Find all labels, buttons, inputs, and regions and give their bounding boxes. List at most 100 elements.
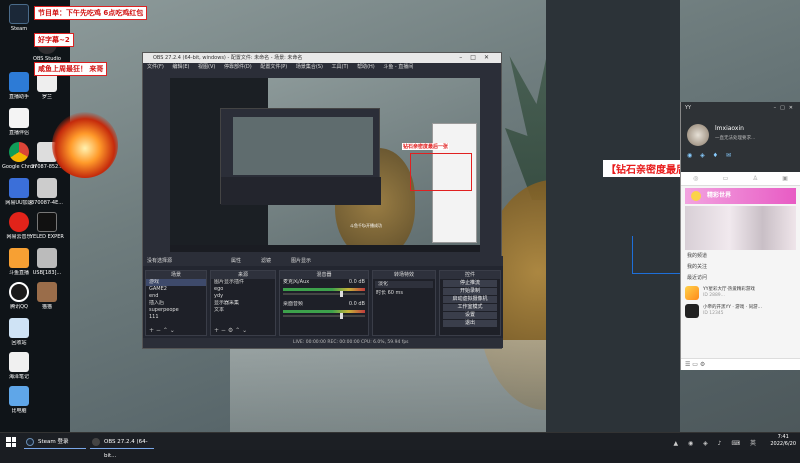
yy-tab[interactable]: ▭ [723,175,729,182]
yy-section-channel[interactable]: 我的频道 [681,250,800,261]
menu-docks[interactable]: 停靠部件(D) [224,64,252,70]
desktop-icon-steam[interactable]: Steam [2,4,36,32]
volume-slider[interactable] [283,313,365,319]
menu-view[interactable]: 视图(V) [198,64,215,70]
source-item[interactable]: 图片显示插件 [211,279,275,286]
yy-banner-photo[interactable] [685,206,796,250]
channel-thumb-icon [685,286,699,300]
properties-button[interactable]: 属性 [231,256,241,266]
yy-section-recent[interactable]: 最近访问 [681,272,800,283]
avatar[interactable] [687,124,709,146]
desktop-dark-panel [546,0,680,432]
scenes-header: 场景 [146,271,206,279]
obs-icon [92,438,100,446]
list-item[interactable]: 小帝的开黑YY · 游戏 · 同游... ID 12345 [685,303,796,319]
obs-preview[interactable]: 钻石亲密度最后一张 斗鱼千fp开播成功 [170,78,480,252]
yy-window[interactable]: YY –□✕ lmxiaoxin 一直无法处理要求... ◉ ◈ ♦ ✉ ◎ ▭… [680,102,800,370]
scene-item[interactable]: 111 [146,314,206,321]
obs-statusbar: LIVE: 00:00:00 REC: 00:00:00 CPU: 6.0%, … [143,338,503,348]
transition-select[interactable]: 淡化 [375,281,433,288]
dock-toolbar: 没有选择源 属性 滤镜 图片显示 [143,256,503,266]
yy-tabbar[interactable]: ◎ ▭ ♙ ▣ [681,172,800,186]
start-button[interactable] [6,437,16,447]
yy-status-icons[interactable]: ◉ ◈ ♦ ✉ [687,152,734,159]
image-src-button[interactable]: 图片显示 [291,256,311,266]
menu-edit[interactable]: 编辑(E) [172,64,189,70]
scene-item[interactable]: GAME2 [146,286,206,293]
menu-scene-collection[interactable]: 场景集合(S) [296,64,323,70]
star-icon [691,191,701,201]
system-tray[interactable]: ▲ ◉ ◈ ♪ ⌨ 英 [674,438,761,447]
transition-duration[interactable]: 时长 60 ms [373,290,435,297]
taskbar-clock[interactable]: 7:41 2022/6/20 [770,434,796,448]
source-item[interactable]: ydy [211,293,275,300]
guide-line [632,273,682,274]
stop-streaming-button[interactable]: 停止推流 [443,280,497,287]
menu-file[interactable]: 文件(F) [147,64,164,70]
yy-tab[interactable]: ♙ [753,175,758,182]
yy-footer[interactable]: ☰ ▭ ⚙ [681,358,800,370]
yy-tab[interactable]: ▣ [782,175,788,182]
scene-item[interactable]: 插入后 [146,300,206,307]
list-item[interactable]: YY星彩大厅·热爱精彩游戏 ID 2889... [685,285,796,301]
scene-item[interactable]: 游戏 [146,279,206,286]
preview-selection-box[interactable] [410,153,472,191]
preview-red-label: 钻石亲密度最后一张 [402,143,450,150]
scenes-toolbar[interactable]: + − ⌃ ⌄ [146,327,206,335]
preview-nested-obs [220,108,381,205]
source-item[interactable]: ego [211,286,275,293]
controls-panel: 控件 停止推流 开始录制 启动虚拟摄像机 工作室模式 设置 退出 [439,270,501,336]
desktop-icon-this-pc[interactable]: 比电脑 [2,386,36,414]
desktop-icon-file-2[interactable]: 370087-4E... [30,178,64,206]
wallpaper-table [230,340,550,432]
audio-meter [283,310,365,313]
obs-menubar[interactable]: 文件(F) 编辑(E) 视图(V) 停靠部件(D) 配置文件(P) 场景集合(S… [143,63,501,72]
studio-mode-button[interactable]: 工作室模式 [443,304,497,311]
yy-title: YY [685,105,692,111]
taskbar-app-steam[interactable]: Steam 登录 [24,435,86,449]
scenes-panel: 场景 游戏 GAME2 end 插入后 superpeope 111 + − ⌃… [145,270,207,336]
virtual-camera-button[interactable]: 启动虚拟摄像机 [443,296,497,303]
dock-no-source: 没有选择源 [147,258,173,264]
mixer-panel: 混音器 麦克风/Aux 0.0 dB 桌面音频 0.0 dB [279,270,369,336]
obs-dock: 没有选择源 属性 滤镜 图片显示 场景 游戏 GAME2 end 插入后 sup… [143,256,503,348]
desktop-icon-recycle-bin[interactable]: 回收站 [2,318,36,346]
desktop-icon-notes[interactable]: 海泽笔记 [2,352,36,380]
menu-douyu[interactable]: 斗鱼 - 直播间 [383,64,413,70]
source-item[interactable]: 显示器采集 [211,300,275,307]
desktop-icon-yeled[interactable]: YELED EXPER... [30,212,64,240]
settings-button[interactable]: 设置 [443,312,497,319]
window-controls[interactable]: –□✕ [459,53,497,63]
scene-item[interactable]: end [146,293,206,300]
filters-button[interactable]: 滤镜 [261,256,271,266]
menu-tools[interactable]: 工具(T) [332,64,349,70]
obs-window[interactable]: OBS 27.2.4 (64-bit, windows) - 配置文件: 未命名… [142,52,503,349]
desktop-icon-cat[interactable]: 猫猫 [30,282,64,310]
sources-toolbar[interactable]: + − ⚙ ⌃ ⌄ [211,327,275,335]
preview-taskbar [170,245,480,252]
menu-help[interactable]: 帮助(H) [357,64,375,70]
start-recording-button[interactable]: 开始录制 [443,288,497,295]
overlay-notice-2: 好字幕~2 [34,33,74,47]
sources-panel: 来源 图片显示插件 ego ydy 显示器采集 文本 + − ⚙ ⌃ ⌄ [210,270,276,336]
desktop-icon-roland[interactable]: 罗兰 [30,72,64,100]
volume-slider[interactable] [283,291,365,297]
window-controls[interactable]: –□✕ [774,105,797,111]
desktop-icon-live-partner[interactable]: 直播伴侣 [2,108,36,136]
menu-profile[interactable]: 配置文件(P) [260,64,287,70]
steam-icon [26,438,34,446]
sources-header: 来源 [211,271,275,279]
obs-titlebar[interactable]: OBS 27.2.4 (64-bit, windows) - 配置文件: 未命名… [143,53,501,63]
obs-title-text: OBS 27.2.4 (64-bit, windows) - 配置文件: 未命名… [153,55,303,61]
taskbar-app-obs[interactable]: OBS 27.2.4 (64-bit... [90,435,154,459]
desktop-icon-usb[interactable]: USB[183]... [30,248,64,276]
yy-feature-banner[interactable]: 精彩世界 [685,188,796,204]
mixer-track-name: 桌面音频 0.0 dB [283,301,365,307]
source-item[interactable]: 文本 [211,307,275,314]
scene-item[interactable]: superpeope [146,307,206,314]
exit-button[interactable]: 退出 [443,320,497,327]
yy-tab[interactable]: ◎ [693,175,698,182]
overlay-notice-3: 咸鱼上周最狂！ 来哥 [34,62,108,76]
transitions-header: 转场特效 [373,271,435,279]
yy-section-following[interactable]: 我的关注 [681,261,800,272]
